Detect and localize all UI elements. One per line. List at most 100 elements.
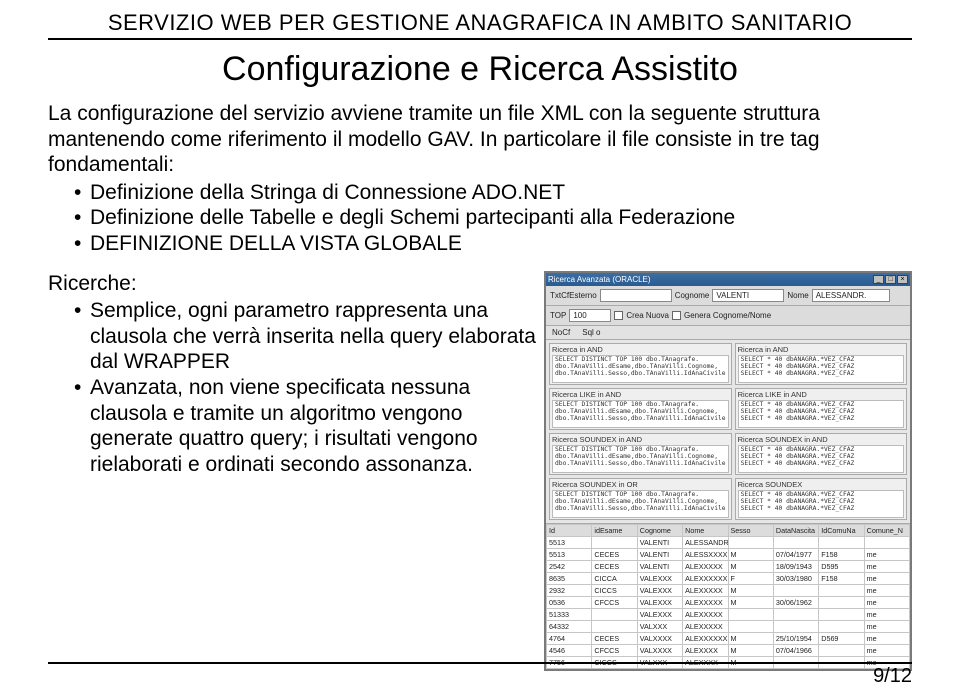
cell: CFCCS xyxy=(592,644,637,656)
divider-bottom xyxy=(48,662,912,664)
cell: me xyxy=(864,644,909,656)
combo-txtcfesterno[interactable] xyxy=(600,289,672,302)
cell: VALEXXX xyxy=(637,584,682,596)
cell: me xyxy=(864,608,909,620)
cell: D595 xyxy=(819,560,864,572)
input-cognome[interactable]: VALENTI xyxy=(712,289,784,302)
table-row[interactable]: 2542CECESVALENTIALEXXXXXM18/09/1943D595m… xyxy=(547,560,910,572)
cell: D569 xyxy=(819,632,864,644)
cell xyxy=(728,608,773,620)
column-header[interactable]: Comune_N xyxy=(864,524,909,536)
cell xyxy=(773,584,818,596)
cell: me xyxy=(864,620,909,632)
cell: ALEXXXX xyxy=(683,644,728,656)
cell xyxy=(728,536,773,548)
cell: 2542 xyxy=(547,560,592,572)
bullet-text: Definizione della Stringa di Connessione… xyxy=(90,180,565,206)
cell: 64332 xyxy=(547,620,592,632)
cell: 18/09/1943 xyxy=(773,560,818,572)
bullet-text: DEFINIZIONE DELLA VISTA GLOBALE xyxy=(90,231,462,257)
minimize-button[interactable]: _ xyxy=(873,275,884,284)
toolbar-row2: TOP 100 Crea Nuova Genera Cognome/Nome xyxy=(546,306,910,326)
close-button[interactable]: × xyxy=(897,275,908,284)
column-header[interactable]: Id xyxy=(547,524,592,536)
slide-title: Configurazione e Ricerca Assistito xyxy=(48,50,912,89)
column-header[interactable]: idEsame xyxy=(592,524,637,536)
label-txtcfesterno: TxtCfEsterno xyxy=(550,291,597,300)
cell: 8635 xyxy=(547,572,592,584)
intro-bullets: •Definizione della Stringa di Connession… xyxy=(74,180,912,257)
checkbox-genera[interactable] xyxy=(672,311,681,320)
query-title: Ricerca SOUNDEX in OR xyxy=(552,480,729,489)
cell: CECES xyxy=(592,632,637,644)
table-row[interactable]: 5513 VALENTIALESSANDRO xyxy=(547,536,910,548)
table-row[interactable]: 4546CFCCSVALXXXXALEXXXXM07/04/1966me xyxy=(547,644,910,656)
cell xyxy=(864,536,909,548)
query-box: Ricerca SOUNDEX in ANDSELECT * 40 dbANAG… xyxy=(735,433,907,475)
cell: CECES xyxy=(592,548,637,560)
query-box: Ricerca LIKE in ANDSELECT DISTINCT TOP 1… xyxy=(549,388,732,430)
checkbox-label: Crea Nuova xyxy=(626,311,669,320)
input-top[interactable]: 100 xyxy=(569,309,611,322)
table-row[interactable]: 4764CECESVALXXXXALEXXXXXXM25/10/1954D569… xyxy=(547,632,910,644)
table-row[interactable]: 0536CFCCSVALEXXXALEXXXXXM30/06/1962me xyxy=(547,596,910,608)
maximize-button[interactable]: □ xyxy=(885,275,896,284)
query-panels: Ricerca in ANDSELECT DISTINCT TOP 100 db… xyxy=(546,340,910,523)
cell: CECES xyxy=(592,560,637,572)
label-nome: Nome xyxy=(787,291,808,300)
subbar-right: Sql o xyxy=(582,328,600,337)
cell: VALENTI xyxy=(637,536,682,548)
column-header[interactable]: DataNascita xyxy=(773,524,818,536)
cell: VALEXXX xyxy=(637,608,682,620)
table-row[interactable]: 64332VALXXXALEXXXXXme xyxy=(547,620,910,632)
table-row[interactable]: 8635CICCAVALEXXXALEXXXXXXF30/03/1980F158… xyxy=(547,572,910,584)
results-grid[interactable]: IdidEsameCognomeNomeSessoDataNascitaIdCo… xyxy=(546,523,910,669)
ricerche-bullets: •Semplice, ogni parametro rappresenta un… xyxy=(74,298,536,477)
cell: ALEXXXXX xyxy=(683,596,728,608)
cell: ALESSANDRO xyxy=(683,536,728,548)
cell: 5513 xyxy=(547,536,592,548)
table-row[interactable]: 2932CICCSVALEXXXALEXXXXXMme xyxy=(547,584,910,596)
query-sql: SELECT * 40 dbANAGRA.*VEZ_CFAZ SELECT * … xyxy=(738,490,904,518)
intro-paragraph: La configurazione del servizio avviene t… xyxy=(48,101,912,178)
query-sql: SELECT DISTINCT TOP 100 dbo.TAnagrafe. d… xyxy=(552,355,729,383)
column-header[interactable]: Sesso xyxy=(728,524,773,536)
cell: 30/03/1980 xyxy=(773,572,818,584)
column-header[interactable]: Nome xyxy=(683,524,728,536)
column-header[interactable]: Cognome xyxy=(637,524,682,536)
cell: me xyxy=(864,560,909,572)
window-titlebar: Ricerca Avanzata (ORACLE) _ □ × xyxy=(546,273,910,286)
query-title: Ricerca SOUNDEX in AND xyxy=(738,435,904,444)
table-row[interactable]: 5513CECESVALENTIALESSXXXXM07/04/1977F158… xyxy=(547,548,910,560)
window-title: Ricerca Avanzata (ORACLE) xyxy=(548,275,651,284)
cell: VALXXXX xyxy=(637,632,682,644)
cell: ALESSXXXX xyxy=(683,548,728,560)
query-box: Ricerca SOUNDEX in ANDSELECT DISTINCT TO… xyxy=(549,433,732,475)
cell xyxy=(592,608,637,620)
cell: me xyxy=(864,596,909,608)
cell: F158 xyxy=(819,572,864,584)
cell: 0536 xyxy=(547,596,592,608)
cell: 51333 xyxy=(547,608,592,620)
checkbox-crea-nuova[interactable] xyxy=(614,311,623,320)
query-title: Ricerca LIKE in AND xyxy=(552,390,729,399)
cell: VALENTI xyxy=(637,560,682,572)
table-row[interactable]: 51333VALEXXXALEXXXXXme xyxy=(547,608,910,620)
cell: M xyxy=(728,560,773,572)
cell: ALEXXXXX xyxy=(683,620,728,632)
cell: M xyxy=(728,548,773,560)
cell: 07/04/1977 xyxy=(773,548,818,560)
column-header[interactable]: IdComuNa xyxy=(819,524,864,536)
label-top: TOP xyxy=(550,311,566,320)
subbar-left: NoCf xyxy=(552,328,570,337)
cell: F158 xyxy=(819,548,864,560)
cell xyxy=(819,644,864,656)
label-cognome: Cognome xyxy=(675,291,710,300)
cell xyxy=(592,620,637,632)
cell: CFCCS xyxy=(592,596,637,608)
input-nome[interactable]: ALESSANDR. xyxy=(812,289,890,302)
cell xyxy=(592,536,637,548)
page-number: 9/12 xyxy=(873,665,912,688)
cell xyxy=(773,620,818,632)
cell xyxy=(773,536,818,548)
